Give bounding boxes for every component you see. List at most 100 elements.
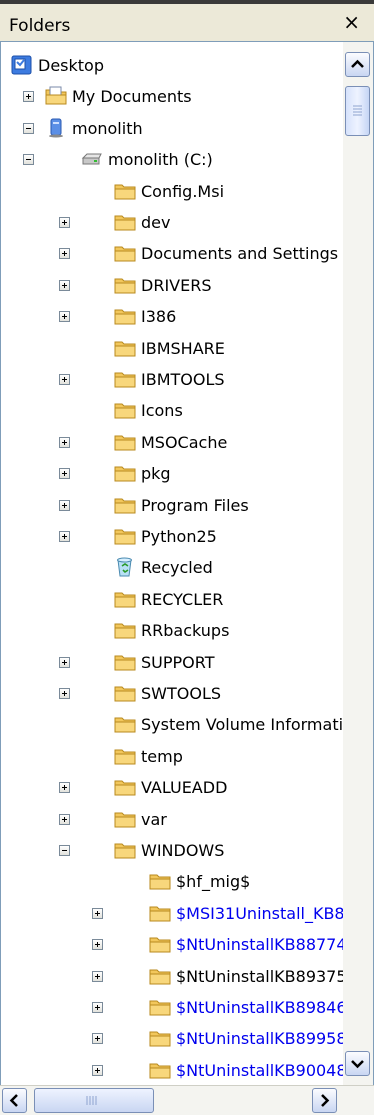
- folder-icon: [114, 243, 136, 263]
- expand-icon[interactable]: [92, 1002, 103, 1013]
- expand-icon[interactable]: [59, 374, 70, 385]
- tree-item[interactable]: IBMTOOLS: [1, 365, 343, 395]
- folder-icon: [114, 495, 136, 515]
- tree-item[interactable]: $MSI31Uninstall_KB893803v2$: [1, 899, 343, 929]
- folder-icon: [114, 589, 136, 609]
- expand-icon[interactable]: [59, 468, 70, 480]
- expand-icon[interactable]: [59, 782, 70, 794]
- tree-item[interactable]: I386: [1, 302, 343, 332]
- computer-icon: [45, 118, 67, 138]
- tree-item[interactable]: Python25: [1, 522, 343, 552]
- horizontal-scrollbar[interactable]: [0, 1085, 374, 1115]
- tree-item[interactable]: MSOCache: [1, 428, 343, 458]
- tree-item[interactable]: Recycled: [1, 553, 343, 583]
- folder-icon: [114, 212, 136, 232]
- grip-icon: [86, 1096, 97, 1105]
- tree-item-label: System Volume Information: [141, 715, 343, 735]
- expand-icon[interactable]: [23, 91, 34, 103]
- tree-item[interactable]: Icons: [1, 396, 343, 426]
- expand-icon[interactable]: [92, 907, 103, 919]
- tree-item[interactable]: pkg: [1, 459, 343, 489]
- pane-title: Folders: [9, 16, 71, 36]
- tree-item[interactable]: Documents and Settings: [1, 239, 343, 269]
- close-pane-button[interactable]: ×: [343, 12, 360, 32]
- folder-icon: [114, 714, 136, 734]
- expand-icon[interactable]: [59, 688, 70, 699]
- tree-item-label: IBMSHARE: [141, 338, 225, 358]
- vertical-scroll-thumb[interactable]: [345, 86, 370, 136]
- collapse-icon[interactable]: [59, 845, 70, 856]
- scroll-right-button[interactable]: [312, 1088, 337, 1113]
- tree-item[interactable]: var: [1, 805, 343, 835]
- folder-icon: [114, 338, 136, 358]
- tree-item[interactable]: RECYCLER: [1, 585, 343, 615]
- tree-item[interactable]: $NtUninstallKB900485$: [1, 1056, 343, 1085]
- tree-item[interactable]: Config.Msi: [1, 177, 343, 207]
- tree-item-label: Icons: [141, 401, 183, 421]
- expand-icon[interactable]: [59, 813, 70, 825]
- folder-icon: [114, 526, 136, 546]
- tree-item-label: Python25: [141, 527, 217, 546]
- tree-item-label: Documents and Settings: [141, 244, 339, 264]
- tree-item[interactable]: $NtUninstallKB887742$: [1, 930, 343, 960]
- tree-item[interactable]: System Volume Information: [1, 710, 343, 740]
- tree-item[interactable]: WINDOWS: [1, 836, 343, 866]
- tree-item[interactable]: $hf_mig$: [1, 867, 343, 897]
- folder-icon: [114, 463, 136, 483]
- tree-item-label: Program Files: [141, 495, 249, 515]
- tree-item[interactable]: VALUEADD: [1, 773, 343, 803]
- tree-item[interactable]: Program Files: [1, 491, 343, 521]
- folder-icon: [114, 777, 136, 797]
- folder-tree-view[interactable]: Desktop My Documents monolith monolith (C:)…: [0, 41, 374, 1085]
- folder-icon: [114, 432, 136, 452]
- tree-item-label: Desktop: [38, 56, 104, 75]
- tree-item[interactable]: Desktop: [1, 51, 343, 81]
- expand-icon[interactable]: [92, 939, 103, 951]
- collapse-icon[interactable]: [23, 154, 34, 166]
- tree-item[interactable]: DRIVERS: [1, 271, 343, 301]
- expand-icon[interactable]: [59, 531, 70, 542]
- folder-icon: [114, 683, 136, 703]
- tree-item[interactable]: $NtUninstallKB899587$: [1, 1024, 343, 1054]
- tree-item-label: $NtUninstallKB893756$: [176, 966, 343, 986]
- expand-icon[interactable]: [59, 656, 70, 668]
- tree-item[interactable]: RRbackups: [1, 616, 343, 646]
- tree-item[interactable]: SWTOOLS: [1, 679, 343, 709]
- tree-item-label: $NtUninstallKB898461$: [176, 998, 343, 1017]
- expand-icon[interactable]: [59, 436, 70, 448]
- folder-tree: Desktop My Documents monolith monolith (C:)…: [1, 42, 343, 1085]
- tree-item[interactable]: My Documents: [1, 82, 343, 112]
- expand-icon[interactable]: [59, 248, 70, 260]
- tree-item-label: VALUEADD: [141, 778, 228, 798]
- scroll-down-button[interactable]: [345, 1051, 370, 1076]
- chevron-down-icon: [351, 1060, 364, 1069]
- tree-item[interactable]: temp: [1, 742, 343, 772]
- tree-item-label: monolith: [72, 118, 143, 138]
- expand-icon[interactable]: [92, 1064, 103, 1076]
- folder-icon: [114, 809, 136, 829]
- collapse-icon[interactable]: [23, 122, 34, 134]
- tree-item-label: Recycled: [141, 558, 213, 578]
- folder-icon: [114, 840, 136, 860]
- scroll-left-button[interactable]: [2, 1088, 27, 1113]
- tree-item[interactable]: monolith (C:): [1, 145, 343, 175]
- expand-icon[interactable]: [92, 1033, 103, 1045]
- expand-icon[interactable]: [92, 970, 103, 982]
- tree-item[interactable]: $NtUninstallKB893756$: [1, 962, 343, 992]
- scroll-up-button[interactable]: [345, 52, 370, 77]
- folder-icon: [149, 997, 171, 1017]
- tree-item[interactable]: SUPPORT: [1, 648, 343, 678]
- tree-item-label: pkg: [141, 464, 171, 484]
- expand-icon[interactable]: [59, 217, 70, 228]
- expand-icon[interactable]: [59, 499, 70, 511]
- tree-item[interactable]: IBMSHARE: [1, 334, 343, 364]
- tree-item[interactable]: monolith: [1, 114, 343, 144]
- vertical-scrollbar[interactable]: [343, 42, 373, 1085]
- expand-icon[interactable]: [59, 279, 70, 291]
- expand-icon[interactable]: [59, 311, 70, 323]
- tree-item-label: DRIVERS: [141, 275, 212, 295]
- tree-item[interactable]: dev: [1, 208, 343, 238]
- horizontal-scroll-thumb[interactable]: [34, 1088, 154, 1113]
- folder-icon: [149, 966, 171, 986]
- tree-item[interactable]: $NtUninstallKB898461$: [1, 993, 343, 1023]
